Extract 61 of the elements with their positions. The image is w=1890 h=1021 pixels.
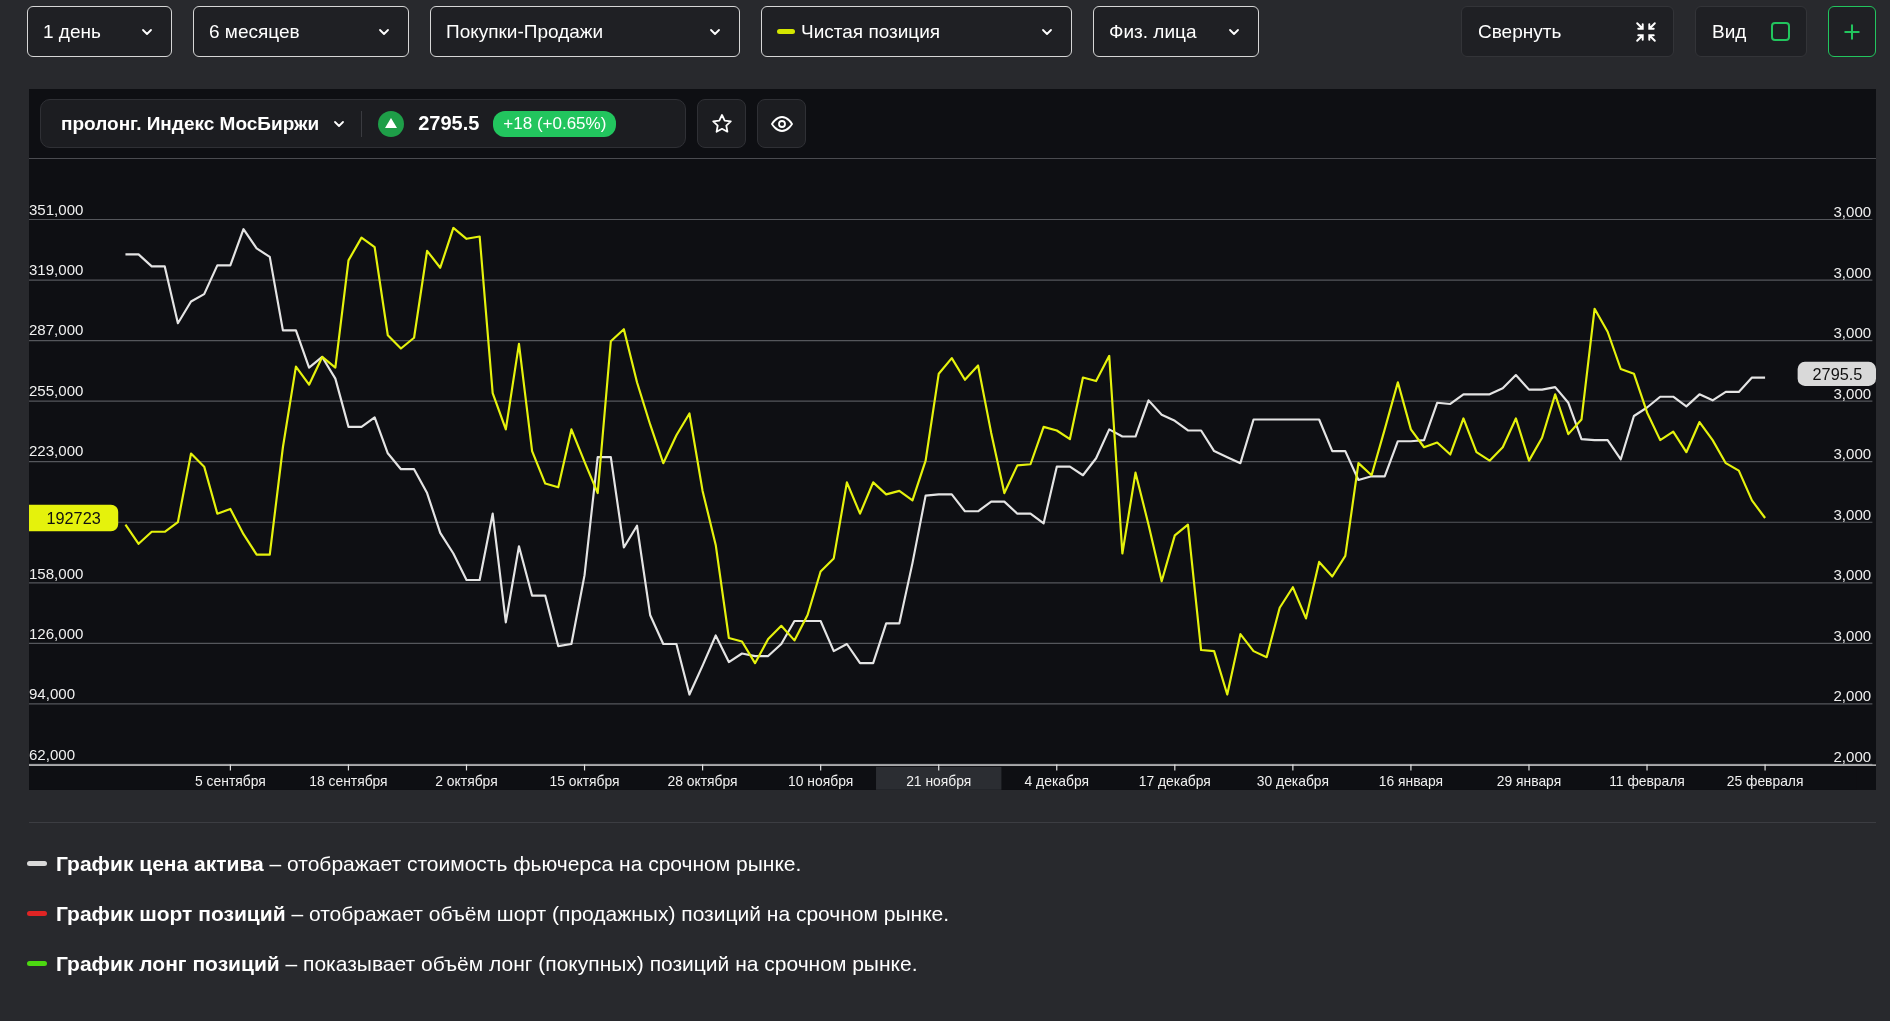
- axis-label: 319,000: [29, 261, 84, 279]
- legend-text: График цена актива – отображает стоимость фьючерса на срочном рынке.: [55, 851, 803, 876]
- axis-label: 16 января: [1378, 773, 1444, 790]
- chevron-down-icon: [1228, 27, 1240, 36]
- axis-label: 3,000: [1833, 203, 1872, 221]
- plus-icon: [1843, 22, 1861, 41]
- price-tag: 2795.5: [1797, 361, 1876, 386]
- collapse-button[interactable]: Свернуть: [1461, 6, 1674, 57]
- axis-label: 11 февраля: [1609, 773, 1685, 790]
- instrument-selector[interactable]: пролонг. Индекс МосБиржи 2795.5 +18 (+0.65%): [40, 99, 686, 148]
- chevron-down-icon: [378, 27, 390, 36]
- checkbox[interactable]: [1771, 22, 1790, 41]
- axis-label: 3,000: [1833, 445, 1872, 463]
- axis-label: 287,000: [29, 321, 84, 339]
- price-change: +18 (+0.65%): [493, 110, 617, 137]
- favorite-button[interactable]: [697, 99, 746, 148]
- legend-text: График шорт позиций – отображает объём шорт (продажных) позиций на срочном рынке.: [55, 901, 951, 926]
- filter-dropdown[interactable]: 1 день: [27, 6, 172, 57]
- filter-dropdown[interactable]: Физ. лица: [1093, 6, 1259, 57]
- visibility-button[interactable]: [757, 99, 806, 148]
- axis-label: 25 февраля: [1726, 773, 1804, 790]
- axis-label: 158,000: [29, 564, 84, 582]
- chevron-down-icon: [333, 119, 346, 128]
- axis-label: 5 сентября: [195, 773, 266, 790]
- axis-label: 3,000: [1833, 566, 1872, 584]
- axis-label: 30 декабря: [1256, 773, 1329, 790]
- axis-label: 29 января: [1496, 773, 1562, 790]
- collapse-icon: [1635, 20, 1657, 43]
- axis-label: 2,000: [1833, 687, 1872, 705]
- chevron-down-icon: [141, 27, 153, 36]
- axis-label: 3,000: [1833, 384, 1872, 402]
- axis-label: 10 ноября: [788, 773, 854, 790]
- axis-label: 15 октября: [549, 773, 620, 790]
- view-toggle[interactable]: Вид: [1695, 6, 1807, 57]
- filter-dropdown[interactable]: Чистая позиция: [761, 6, 1072, 57]
- axis-label: 3,000: [1833, 263, 1872, 281]
- axis-label: 2 октября: [435, 773, 498, 790]
- chevron-down-icon: [1041, 27, 1053, 36]
- star-icon: [709, 111, 734, 136]
- axis-label: 4 декабря: [1024, 773, 1089, 790]
- axis-label: 2,000: [1833, 748, 1872, 766]
- chevron-down-icon: [709, 27, 721, 36]
- axis-label: 18 сентября: [309, 773, 388, 790]
- legend-text: График лонг позиций – показывает объём лонг (покупных) позиций на срочном рынке.: [55, 951, 919, 976]
- filter-dropdown[interactable]: 6 месяцев: [193, 6, 409, 57]
- axis-label: 255,000: [29, 381, 84, 399]
- add-button[interactable]: [1828, 6, 1876, 57]
- position-tag: 192723: [29, 504, 119, 532]
- axis-label: 21 ноября: [906, 773, 972, 790]
- axis-label: 28 октября: [667, 773, 738, 790]
- axis-label: 94,000: [29, 685, 76, 703]
- instrument-price: 2795.5: [418, 112, 480, 135]
- axis-label: 126,000: [29, 624, 84, 642]
- axis-label: 223,000: [29, 442, 84, 460]
- axis-label: 3,000: [1833, 324, 1872, 342]
- axis-label: 17 декабря: [1138, 773, 1211, 790]
- axis-label: 3,000: [1833, 505, 1872, 523]
- filter-dropdown[interactable]: Покупки-Продажи: [430, 6, 740, 57]
- axis-label: 351,000: [29, 200, 84, 218]
- axis-label: 3,000: [1833, 626, 1872, 644]
- axis-label: 62,000: [29, 745, 76, 763]
